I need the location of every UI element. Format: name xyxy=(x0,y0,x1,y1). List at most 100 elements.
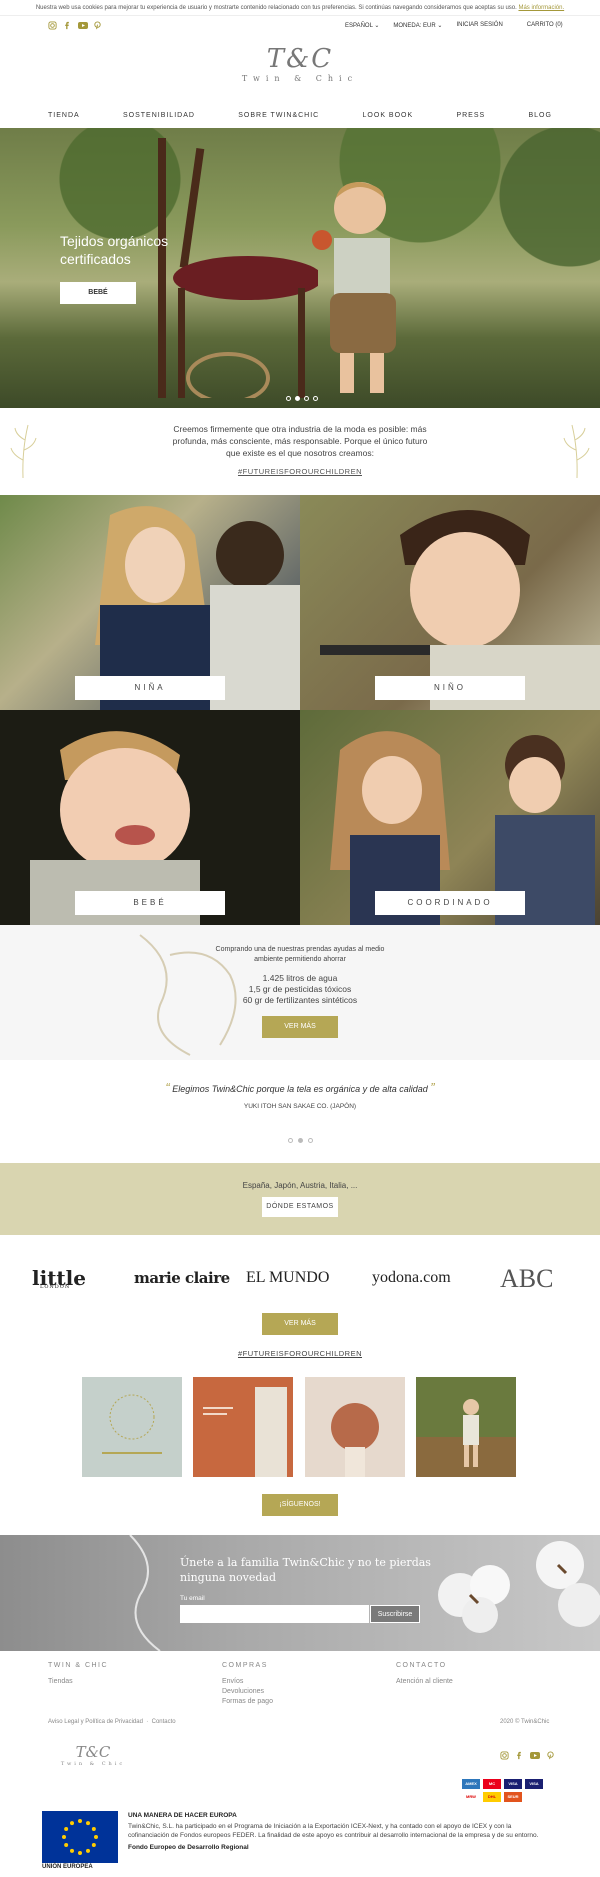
eu-funding-text: UNA MANERA DE HACER EUROPA Twin&Chic, S.… xyxy=(128,1811,548,1854)
instagram-post[interactable] xyxy=(416,1377,516,1477)
eu-star xyxy=(62,1835,66,1839)
hero-baby-button[interactable]: BEBÉ xyxy=(60,282,136,304)
slide-dot-active[interactable] xyxy=(295,396,300,401)
nav-item-press[interactable]: PRESS xyxy=(456,112,485,126)
sprig-left-icon xyxy=(10,424,37,479)
currency-label: MONEDA: EUR xyxy=(393,23,436,29)
category-tile-nino[interactable]: NIÑO xyxy=(300,495,600,710)
slide-dot[interactable] xyxy=(286,396,291,401)
testimonial-dot[interactable] xyxy=(307,1138,313,1143)
press-more-button[interactable]: VER MÁS xyxy=(262,1313,338,1335)
dhl-icon: DHL xyxy=(483,1792,501,1802)
instagram-icon[interactable] xyxy=(500,1751,509,1762)
category-tile-bebe[interactable]: BEBÉ xyxy=(0,710,300,925)
footer-link-tiendas[interactable]: Tiendas xyxy=(48,1677,108,1687)
nav-item-blog[interactable]: BLOG xyxy=(528,112,551,126)
facebook-icon[interactable] xyxy=(515,1751,524,1762)
eu-flag-icon xyxy=(42,1811,118,1863)
instagram-hashtag-link[interactable]: #FUTUREISFOROURCHILDREN xyxy=(0,1349,600,1358)
language-selector[interactable]: ESPAÑOL ⌄ xyxy=(345,22,379,29)
legal-link[interactable]: Aviso Legal y Política de Privacidad xyxy=(48,1719,143,1725)
contact-link[interactable]: Contacto xyxy=(152,1719,176,1725)
testimonial-dot-active[interactable] xyxy=(297,1138,303,1143)
intro-text: Creemos firmemente que otra industria de… xyxy=(172,424,428,458)
category-label-coordinado: COORDINADO xyxy=(375,891,525,915)
logo-text: Twin & Chic xyxy=(241,74,359,83)
category-tile-coordinado[interactable]: COORDINADO xyxy=(300,710,600,925)
login-link[interactable]: INICIAR SESIÓN xyxy=(456,22,502,29)
footer-link-formas-pago[interactable]: Formas de pago xyxy=(222,1697,273,1707)
site-logo[interactable]: T&C Twin & Chic xyxy=(225,44,375,104)
cookie-banner: Nuestra web usa cookies para mejorar tu … xyxy=(0,0,600,16)
eu-star xyxy=(86,1821,90,1826)
amex-icon: AMEX xyxy=(462,1779,480,1789)
eu-fund: Fondo Europeo de Desarrollo Regional xyxy=(128,1844,249,1851)
press-logo-little-sub: LONDON xyxy=(40,1284,71,1290)
follow-us-button[interactable]: ¡SÍGUENOS! xyxy=(262,1494,338,1516)
nav-item-tienda[interactable]: TIENDA xyxy=(48,112,80,126)
instagram-post[interactable] xyxy=(193,1377,293,1477)
twine-decoration xyxy=(139,934,237,1056)
footer-col-compras: COMPRAS Envíos Devoluciones Formas de pa… xyxy=(222,1661,273,1707)
footer-link-envios[interactable]: Envíos xyxy=(222,1677,273,1687)
footer-link-devoluciones[interactable]: Devoluciones xyxy=(222,1687,273,1697)
copyright: 2020 © Twin&Chic xyxy=(500,1719,550,1725)
slide-dot[interactable] xyxy=(304,396,309,401)
intro-hashtag-link[interactable]: #FUTUREISFOROURCHILDREN xyxy=(0,467,600,476)
pinterest-icon[interactable] xyxy=(93,21,102,30)
payment-methods: AMEX MC VISA VISA MRW DHL SEUR xyxy=(462,1779,543,1802)
cotton-decoration xyxy=(438,1541,600,1633)
footer: TWIN & CHIC Tiendas COMPRAS Envíos Devol… xyxy=(0,1651,600,1877)
seur-icon: SEUR xyxy=(504,1792,522,1802)
eco-stats: 1.425 litros de agua 1,5 gr de pesticida… xyxy=(0,973,600,1006)
category-label-bebe: BEBÉ xyxy=(75,891,225,915)
footer-col-title: TWIN & CHIC xyxy=(48,1662,109,1669)
youtube-icon[interactable] xyxy=(530,1751,540,1762)
instagram-post-image xyxy=(102,1394,162,1454)
countries-text: España, Japón, Austria, Italia, ... xyxy=(242,1181,358,1190)
cookie-more-info-link[interactable]: Más información. xyxy=(518,5,564,11)
mrw-icon: MRW xyxy=(462,1792,480,1802)
eco-more-button[interactable]: VER MÁS xyxy=(262,1016,338,1038)
press-logo-yodona[interactable]: yodona.com xyxy=(372,1269,451,1287)
cookie-text: Nuestra web usa cookies para mejorar tu … xyxy=(35,5,517,11)
hero-child-image xyxy=(312,182,396,393)
hero-slider[interactable]: Tejidos orgánicos certificados BEBÉ xyxy=(0,128,600,408)
press-logo-el-mundo[interactable]: EL MUNDO xyxy=(246,1269,329,1287)
eco-stat-pesticides: 1,5 gr de pesticidas tóxicos xyxy=(248,984,352,994)
testimonial-dot[interactable] xyxy=(287,1138,293,1143)
newsletter-email-input[interactable] xyxy=(180,1605,369,1623)
eu-star xyxy=(86,1848,90,1853)
category-tile-nina[interactable]: NIÑA xyxy=(0,495,300,710)
newsletter-subscribe-button[interactable]: Suscribirse xyxy=(370,1605,420,1623)
footer-link-atencion[interactable]: Atención al cliente xyxy=(396,1677,453,1687)
press-logo-abc[interactable]: ABC xyxy=(500,1264,553,1294)
nav-item-sostenibilidad[interactable]: SOSTENIBILIDAD xyxy=(123,112,195,126)
hero-dots xyxy=(286,396,318,401)
footer-logo[interactable]: T&C Twin & Chic xyxy=(48,1743,138,1775)
hero-chair-image xyxy=(158,138,318,398)
mastercard-icon: MC xyxy=(483,1779,501,1789)
visa-electron-icon: VISA xyxy=(525,1779,543,1789)
nav-item-lookbook[interactable]: LOOK BOOK xyxy=(363,112,414,126)
newsletter-section: Únete a la familia Twin&Chic y no te pie… xyxy=(0,1535,600,1651)
where-we-are-button[interactable]: DÓNDE ESTAMOS xyxy=(262,1197,338,1217)
nav-item-sobre[interactable]: SOBRE TWIN&CHIC xyxy=(238,112,319,126)
footer-legal-links: Aviso Legal y Política de Privacidad · C… xyxy=(48,1719,176,1725)
facebook-icon[interactable] xyxy=(63,21,72,30)
category-label-nino: NIÑO xyxy=(375,676,525,700)
press-logo-marie-claire[interactable]: marie claire xyxy=(134,1269,230,1287)
cart-link[interactable]: CARRITO (0) xyxy=(527,22,563,29)
instagram-icon[interactable] xyxy=(48,21,57,30)
footer-logo-text: Twin & Chic xyxy=(60,1761,126,1767)
pinterest-icon[interactable] xyxy=(546,1751,555,1762)
instagram-post[interactable] xyxy=(82,1377,182,1477)
slide-dot[interactable] xyxy=(313,396,318,401)
instagram-post[interactable] xyxy=(305,1377,405,1477)
eu-star xyxy=(64,1827,69,1831)
instagram-post-image xyxy=(305,1377,405,1477)
currency-selector[interactable]: MONEDA: EUR ⌄ xyxy=(393,22,442,29)
newsletter-email-label: Tu email xyxy=(180,1595,205,1602)
eu-star xyxy=(70,1821,74,1826)
youtube-icon[interactable] xyxy=(78,21,88,30)
